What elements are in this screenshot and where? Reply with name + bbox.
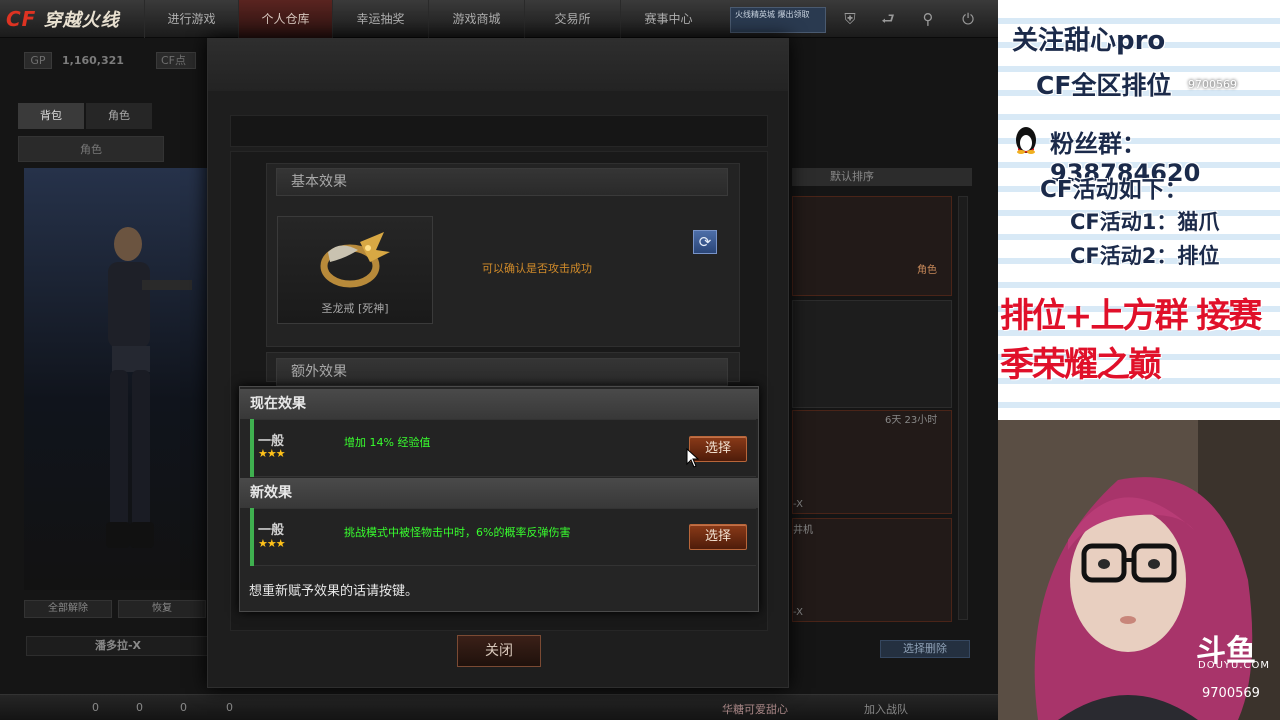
inventory-slot[interactable]: 6天 23小时 -X	[792, 410, 952, 514]
nav-tab-shop[interactable]: 游戏商城	[428, 0, 524, 38]
dialog-toolbar	[230, 115, 768, 147]
ranking-text: CF全区排位	[1036, 71, 1172, 100]
role-filter[interactable]: 角色	[18, 136, 164, 162]
restore-button[interactable]: 恢复	[118, 600, 206, 618]
inventory-slot[interactable]: 井机 -X	[792, 518, 952, 622]
character-name: 潘多拉-X	[26, 636, 210, 656]
count: 0	[136, 701, 143, 714]
bottom-status-bar: 0 0 0 0 华糖可爱甜心 加入战队	[0, 694, 998, 720]
count: 0	[226, 701, 233, 714]
grade-indicator	[250, 419, 254, 477]
current-effect-row	[250, 419, 756, 477]
activities-title: CF活动如下：	[1040, 177, 1188, 203]
new-grade: 一般	[258, 523, 285, 538]
reroll-hint: 想重新赋予效果的话请按键。	[249, 584, 419, 599]
nav-tab-lottery[interactable]: 幸运抽奖	[332, 0, 428, 38]
current-stars: ★★★	[258, 447, 286, 460]
dragon-ring-icon	[320, 232, 390, 288]
select-delete-button[interactable]: 选择删除	[880, 640, 970, 658]
close-button[interactable]: 关闭	[457, 635, 541, 667]
return-icon[interactable]: ⮐	[878, 9, 898, 29]
slot-name: -X	[793, 499, 803, 510]
game-logo: CF 穿越火线	[6, 7, 120, 31]
nav-tab-events[interactable]: 赛事中心	[620, 0, 716, 38]
qq-penguin-icon	[1016, 127, 1036, 154]
extra-effect-title: 额外效果	[276, 358, 728, 386]
current-effect-title: 现在效果	[240, 389, 758, 419]
power-icon[interactable]: ⏻	[958, 9, 978, 29]
activity-1: CF活动1：猫爪	[1070, 210, 1220, 234]
slot-name: -X	[793, 607, 803, 618]
join-team-button[interactable]: 加入战队	[864, 701, 908, 717]
gp-value: 1,160,321	[62, 54, 124, 67]
mouse-cursor-icon	[686, 448, 700, 468]
nav-tab-play[interactable]: 进行游戏	[144, 0, 238, 38]
effect-description: 可以确认是否攻击成功	[482, 262, 592, 275]
notice-text: 华糖可爱甜心	[722, 703, 788, 716]
room-id: 9700569	[1202, 686, 1260, 701]
slot-time: 6天 23小时	[885, 415, 938, 426]
shield-icon[interactable]: ⛨	[840, 9, 860, 29]
douyu-domain: DOUYU.COM	[1198, 660, 1270, 671]
inventory-slot[interactable]	[792, 300, 952, 408]
gp-label: GP	[24, 52, 52, 69]
inventory-slot[interactable]: 角色	[792, 196, 952, 296]
follow-text: 关注甜心pro	[1012, 26, 1166, 56]
new-effect-title: 新效果	[240, 478, 758, 508]
grade-indicator	[250, 508, 254, 566]
cf-points-label: CF点	[156, 52, 196, 69]
basic-effect-title: 基本效果	[276, 168, 728, 196]
inventory-scrollbar[interactable]	[958, 196, 968, 620]
slot-tag: 角色	[917, 265, 937, 276]
promo-banner[interactable]: 火线精英城 爆出领取	[730, 7, 826, 33]
wrench-icon[interactable]: ⚲	[918, 9, 938, 29]
activity-2: CF活动2：排位	[1070, 244, 1220, 268]
slot-top: 井机	[793, 525, 813, 536]
count: 0	[180, 701, 187, 714]
count: 0	[92, 701, 99, 714]
nav-tab-exchange[interactable]: 交易所	[524, 0, 620, 38]
new-effect-text: 挑战模式中被怪物击中时，6%的概率反弹伤害	[344, 526, 571, 539]
room-id-top: 9700569	[1188, 78, 1237, 91]
streamer-portrait	[998, 420, 1280, 720]
select-new-button[interactable]: 选择	[689, 524, 747, 550]
sort-dropdown[interactable]: 默认排序	[792, 168, 972, 186]
unequip-all-button[interactable]: 全部解除	[24, 600, 112, 618]
character-model	[106, 227, 192, 548]
tab-character[interactable]: 角色	[86, 103, 152, 129]
webcam-feed	[998, 420, 1280, 720]
new-stars: ★★★	[258, 537, 286, 550]
dialog-header	[208, 39, 788, 91]
tab-backpack[interactable]: 背包	[18, 103, 84, 129]
ranking-promo: 排位+上方群 接赛季荣耀之巅	[1000, 296, 1262, 385]
nav-tab-warehouse[interactable]: 个人仓库	[238, 0, 332, 38]
current-effect-text: 增加 14% 经验值	[344, 436, 431, 449]
item-name: 圣龙戒 [死神]	[321, 302, 389, 315]
refresh-icon[interactable]: ⟳	[693, 230, 717, 254]
